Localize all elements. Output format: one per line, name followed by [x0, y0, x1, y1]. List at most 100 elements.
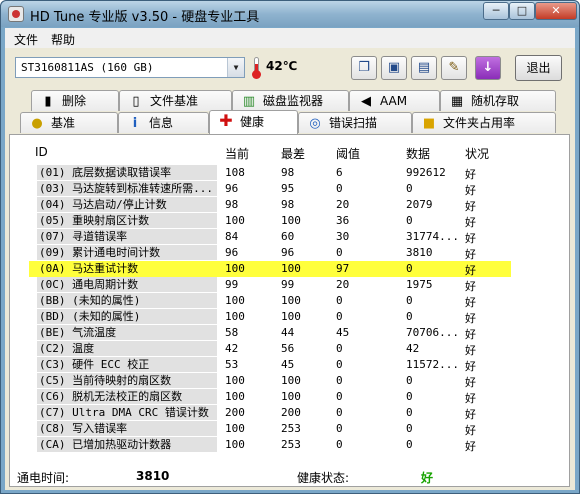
- cell-threshold: 0: [336, 438, 343, 451]
- client-area: 文件 帮助 ST3160811AS (160 GB) ▼ 42℃ ❐ ▣ ▤ ✎: [5, 28, 575, 490]
- title-bar[interactable]: HD Tune 专业版 v3.50 - 硬盘专业工具 ─ □ ✕: [1, 1, 579, 27]
- table-row[interactable]: (BD) (未知的属性) 100 100 0 0 好: [29, 309, 511, 325]
- table-row[interactable]: (07) 寻道错误率 84 60 30 31774... 好: [29, 229, 511, 245]
- cell-status: 好: [465, 296, 476, 309]
- info-icon: i: [132, 116, 138, 131]
- cell-status: 好: [465, 264, 476, 277]
- table-row[interactable]: (BB) (未知的属性) 100 100 0 0 好: [29, 293, 511, 309]
- cell-current: 96: [225, 246, 239, 259]
- cell-data: 3810: [406, 246, 433, 259]
- toolbar: ST3160811AS (160 GB) ▼ 42℃ ❐ ▣ ▤ ✎ ↓ 退出: [5, 48, 575, 88]
- drive-select[interactable]: ST3160811AS (160 GB) ▼: [15, 57, 245, 78]
- table-row[interactable]: (05) 重映射扇区计数 100 100 36 0 好: [29, 213, 511, 229]
- cell-threshold: 0: [336, 374, 343, 387]
- table-row[interactable]: (C2) 温度 42 56 0 42 好: [29, 341, 511, 357]
- app-window: HD Tune 专业版 v3.50 - 硬盘专业工具 ─ □ ✕ 文件 帮助 S…: [0, 0, 580, 494]
- cell-current: 100: [225, 390, 245, 403]
- table-row[interactable]: (01) 底层数据读取错误率 108 98 6 992612 好: [29, 165, 511, 181]
- tab-benchmark[interactable]: ● 基准: [20, 112, 118, 133]
- copy-icon: ❐: [358, 60, 370, 75]
- table-row[interactable]: (0A) 马达重试计数 100 100 97 0 好: [29, 261, 511, 277]
- download-button[interactable]: ↓: [475, 56, 501, 80]
- cell-id: (03) 马达旋转到标准转速所需...: [37, 181, 217, 196]
- cell-status: 好: [465, 440, 476, 453]
- table-row[interactable]: (BE) 气流温度 58 44 45 70706... 好: [29, 325, 511, 341]
- tab-disk-monitor[interactable]: ▥ 磁盘监视器: [232, 90, 349, 111]
- options-button[interactable]: ✎: [441, 56, 467, 80]
- table-row[interactable]: (C7) Ultra DMA CRC 错误计数 200 200 0 0 好: [29, 405, 511, 421]
- cell-worst: 100: [281, 374, 301, 387]
- col-header-threshold: 阈值: [336, 147, 361, 161]
- cell-data: 1975: [406, 278, 433, 291]
- cell-worst: 200: [281, 406, 301, 419]
- cell-status: 好: [465, 328, 476, 341]
- cell-data: 0: [406, 390, 413, 403]
- lightbulb-icon: ●: [31, 116, 43, 131]
- cell-current: 100: [225, 422, 245, 435]
- table-row[interactable]: (0C) 通电周期计数 99 99 20 1975 好: [29, 277, 511, 293]
- cell-worst: 100: [281, 214, 301, 227]
- cell-worst: 45: [281, 358, 295, 371]
- copy-info-button[interactable]: ❐: [351, 56, 377, 80]
- table-row[interactable]: (03) 马达旋转到标准转速所需... 96 95 0 0 好: [29, 181, 511, 197]
- cell-data: 0: [406, 182, 413, 195]
- exit-button[interactable]: 退出: [515, 55, 562, 81]
- cell-current: 100: [225, 262, 245, 275]
- cell-id: (C8) 写入错误率: [37, 421, 217, 436]
- cell-current: 100: [225, 294, 245, 307]
- tab-file-benchmark[interactable]: ▯ 文件基准: [119, 90, 232, 111]
- cell-status: 好: [465, 248, 476, 261]
- cell-current: 53: [225, 358, 239, 371]
- tab-info[interactable]: i 信息: [118, 112, 209, 133]
- tab-random-access[interactable]: ▦ 随机存取: [440, 90, 556, 111]
- table-row[interactable]: (C5) 当前待映射的扇区数 100 100 0 0 好: [29, 373, 511, 389]
- cell-data: 0: [406, 374, 413, 387]
- tab-aam[interactable]: ◀ AAM: [349, 90, 440, 111]
- chart-icon: ▥: [242, 94, 256, 109]
- cell-threshold: 0: [336, 342, 343, 355]
- cell-status: 好: [465, 376, 476, 389]
- save-button[interactable]: ▤: [411, 56, 437, 80]
- cell-current: 108: [225, 166, 245, 179]
- cell-data: 0: [406, 262, 413, 275]
- cell-id: (C3) 硬件 ECC 校正: [37, 357, 217, 372]
- maximize-button[interactable]: □: [509, 2, 535, 20]
- chevron-down-icon[interactable]: ▼: [227, 58, 244, 77]
- cell-threshold: 20: [336, 278, 350, 291]
- col-header-status: 状况: [465, 147, 490, 161]
- document-icon: ▯: [132, 94, 140, 109]
- close-button[interactable]: ✕: [535, 2, 577, 20]
- cell-current: 96: [225, 182, 239, 195]
- copy-screenshot-button[interactable]: ▣: [381, 56, 407, 80]
- cell-data: 0: [406, 406, 413, 419]
- cell-id: (09) 累计通电时间计数: [37, 245, 217, 260]
- grid-icon: ▦: [450, 94, 464, 109]
- cell-threshold: 0: [336, 310, 343, 323]
- cell-worst: 56: [281, 342, 295, 355]
- tab-health[interactable]: ✚ 健康: [209, 110, 298, 134]
- minimize-button[interactable]: ─: [483, 2, 509, 20]
- tab-erase[interactable]: ▮ 删除: [31, 90, 119, 111]
- table-row[interactable]: (CA) 已增加热驱动计数器 100 253 0 0 好: [29, 437, 511, 453]
- speaker-icon: ◀: [361, 94, 371, 109]
- menu-file[interactable]: 文件: [14, 31, 38, 48]
- health-status-value: 好: [421, 471, 434, 485]
- table-row[interactable]: (C6) 脱机无法校正的扇区数 100 100 0 0 好: [29, 389, 511, 405]
- tab-error-scan[interactable]: ◎ 错误扫描: [298, 112, 412, 133]
- cell-threshold: 97: [336, 262, 350, 275]
- cell-id: (C6) 脱机无法校正的扇区数: [37, 389, 217, 404]
- cell-status: 好: [465, 168, 476, 181]
- magnifier-icon: ◎: [309, 116, 321, 131]
- cell-status: 好: [465, 200, 476, 213]
- cell-worst: 95: [281, 182, 295, 195]
- table-row[interactable]: (09) 累计通电时间计数 96 96 0 3810 好: [29, 245, 511, 261]
- tab-folder-usage[interactable]: ■ 文件夹占用率: [412, 112, 556, 133]
- table-row[interactable]: (C8) 写入错误率 100 253 0 0 好: [29, 421, 511, 437]
- cell-id: (01) 底层数据读取错误率: [37, 165, 217, 180]
- cell-status: 好: [465, 424, 476, 437]
- table-row[interactable]: (C3) 硬件 ECC 校正 53 45 0 11572... 好: [29, 357, 511, 373]
- cell-worst: 98: [281, 198, 295, 211]
- cell-id: (0A) 马达重试计数: [37, 261, 217, 276]
- table-row[interactable]: (04) 马达启动/停止计数 98 98 20 2079 好: [29, 197, 511, 213]
- menu-help[interactable]: 帮助: [51, 31, 75, 48]
